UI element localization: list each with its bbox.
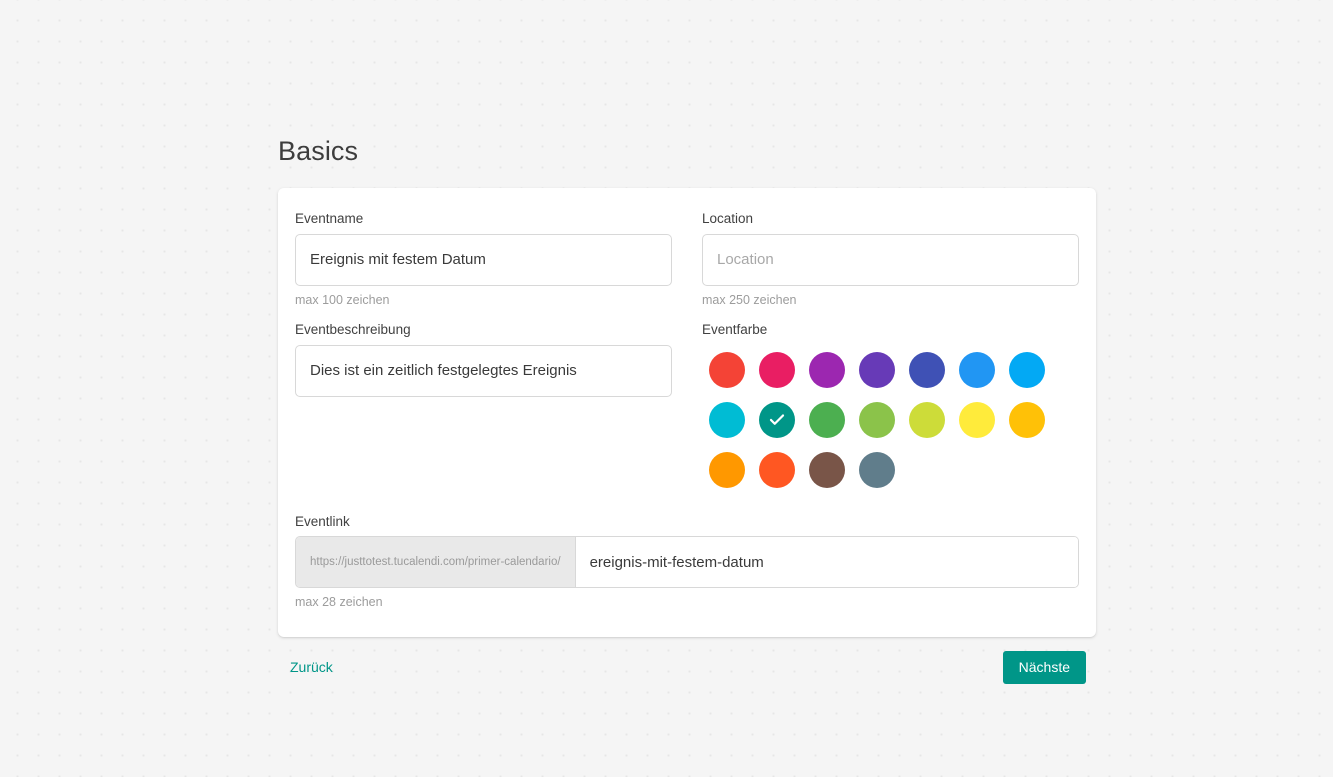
swatch-cell-blue-grey[interactable] bbox=[852, 445, 902, 495]
location-field: Location Location max 250 zeichen bbox=[702, 210, 1079, 308]
color-swatch-yellow[interactable] bbox=[959, 401, 995, 438]
page-title: Basics bbox=[278, 136, 359, 166]
event-link-group: https://justtotest.tucalendi.com/primer-… bbox=[295, 536, 1079, 589]
event-color-swatch-grid[interactable] bbox=[702, 345, 1079, 495]
basics-page: Basics Eventname Ereignis mit festem Dat… bbox=[278, 135, 1096, 684]
color-swatch-indigo[interactable] bbox=[909, 351, 945, 388]
swatch-cell-orange[interactable] bbox=[702, 445, 752, 495]
form-right-column: Location Location max 250 zeichen Eventf… bbox=[702, 210, 1079, 494]
next-button[interactable]: Nächste bbox=[1002, 650, 1086, 684]
swatch-cell-green[interactable] bbox=[802, 395, 852, 445]
event-description-label: Eventbeschreibung bbox=[295, 322, 411, 338]
swatch-cell-purple[interactable] bbox=[802, 345, 852, 395]
swatch-cell-blue[interactable] bbox=[952, 345, 1002, 395]
swatch-cell-brown[interactable] bbox=[802, 445, 852, 495]
color-swatch-blue[interactable] bbox=[959, 351, 995, 388]
event-link-helper: max 28 zeichen bbox=[295, 595, 383, 610]
event-description-field: Eventbeschreibung Dies ist ein zeitlich … bbox=[295, 321, 672, 397]
color-swatch-orange[interactable] bbox=[709, 451, 745, 488]
event-color-field: Eventfarbe bbox=[702, 321, 1079, 495]
event-description-input[interactable]: Dies ist ein zeitlich festgelegtes Ereig… bbox=[295, 344, 672, 397]
color-swatch-blue-grey[interactable] bbox=[859, 451, 895, 488]
event-link-label: Eventlink bbox=[295, 513, 350, 529]
event-color-label: Eventfarbe bbox=[702, 322, 768, 338]
color-swatch-deep-purple[interactable] bbox=[859, 351, 895, 388]
event-link-slug-input[interactable]: ereignis-mit-festem-datum bbox=[575, 537, 1078, 588]
location-label: Location bbox=[702, 211, 754, 227]
event-name-label: Eventname bbox=[295, 211, 364, 227]
event-link-field: Eventlink https://justtotest.tucalendi.c… bbox=[295, 513, 1079, 611]
color-swatch-amber[interactable] bbox=[1009, 401, 1045, 438]
event-name-helper: max 100 zeichen bbox=[295, 292, 390, 307]
color-swatch-lime[interactable] bbox=[909, 401, 945, 438]
swatch-cell-light-blue[interactable] bbox=[1002, 345, 1052, 395]
form-top-row: Eventname Ereignis mit festem Datum max … bbox=[295, 210, 1079, 494]
color-swatch-light-green[interactable] bbox=[859, 401, 895, 438]
basics-form-card: Eventname Ereignis mit festem Datum max … bbox=[278, 188, 1096, 637]
color-swatch-cyan[interactable] bbox=[709, 401, 745, 438]
swatch-cell-cyan[interactable] bbox=[702, 395, 752, 445]
check-icon bbox=[769, 414, 785, 425]
color-swatch-red[interactable] bbox=[709, 351, 745, 388]
color-swatch-pink[interactable] bbox=[759, 351, 795, 388]
color-swatch-light-blue[interactable] bbox=[1009, 351, 1045, 388]
swatch-cell-red[interactable] bbox=[702, 345, 752, 395]
form-actions: Zurück Nächste bbox=[278, 650, 1096, 684]
color-swatch-deep-orange[interactable] bbox=[759, 451, 795, 488]
swatch-cell-pink[interactable] bbox=[752, 345, 802, 395]
swatch-cell-light-green[interactable] bbox=[852, 395, 902, 445]
event-name-input[interactable]: Ereignis mit festem Datum bbox=[295, 233, 672, 286]
color-swatch-teal-selected[interactable] bbox=[759, 401, 795, 438]
color-swatch-brown[interactable] bbox=[809, 451, 845, 488]
event-link-prefix: https://justtotest.tucalendi.com/primer-… bbox=[296, 537, 576, 588]
swatch-cell-indigo[interactable] bbox=[902, 345, 952, 395]
swatch-cell-deep-orange[interactable] bbox=[752, 445, 802, 495]
swatch-cell-yellow[interactable] bbox=[952, 395, 1002, 445]
color-swatch-purple[interactable] bbox=[809, 351, 845, 388]
event-name-field: Eventname Ereignis mit festem Datum max … bbox=[295, 210, 672, 308]
form-left-column: Eventname Ereignis mit festem Datum max … bbox=[295, 210, 672, 494]
swatch-cell-amber[interactable] bbox=[1002, 395, 1052, 445]
back-button[interactable]: Zurück bbox=[288, 655, 335, 679]
swatch-cell-lime[interactable] bbox=[902, 395, 952, 445]
swatch-cell-deep-purple[interactable] bbox=[852, 345, 902, 395]
color-swatch-green[interactable] bbox=[809, 401, 845, 438]
location-input[interactable]: Location bbox=[702, 233, 1079, 286]
swatch-cell-teal[interactable] bbox=[752, 395, 802, 445]
location-helper: max 250 zeichen bbox=[702, 292, 797, 307]
